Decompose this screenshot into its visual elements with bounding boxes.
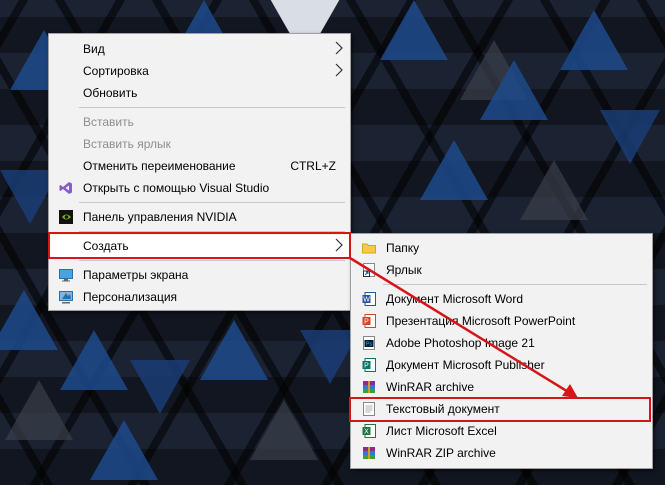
winrar-zip-icon (362, 446, 376, 460)
photoshop-icon: Ps (362, 336, 376, 350)
menu-item-paste[interactable]: Вставить (49, 111, 350, 133)
menu-item-label: Документ Microsoft Word (386, 292, 524, 306)
menu-item-display-settings[interactable]: Параметры экрана (49, 264, 350, 286)
menu-item-shortcut: CTRL+Z (290, 159, 336, 173)
nvidia-icon (59, 210, 73, 224)
menu-item-label: Текстовый документ (386, 402, 500, 416)
menu-item-label: Папку (386, 241, 420, 255)
submenu-item-publisher-document[interactable]: P Документ Microsoft Publisher (351, 354, 652, 376)
folder-icon (362, 241, 376, 255)
svg-text:W: W (363, 297, 370, 304)
svg-text:P: P (364, 319, 369, 326)
menu-item-label: Отменить переименование (83, 159, 236, 173)
menu-item-label: Вид (83, 42, 105, 56)
submenu-item-powerpoint[interactable]: P Презентация Microsoft PowerPoint (351, 310, 652, 332)
menu-item-label: Вставить (83, 115, 134, 129)
wallpaper-facet (560, 10, 628, 70)
chevron-right-icon (335, 63, 343, 80)
menu-separator (383, 284, 647, 285)
menu-separator (79, 107, 345, 108)
chevron-right-icon (335, 238, 343, 255)
wallpaper-facet (380, 0, 448, 60)
display-icon (59, 268, 73, 282)
menu-item-nvidia-control-panel[interactable]: Панель управления NVIDIA (49, 206, 350, 228)
menu-item-label: Ярлык (386, 263, 422, 277)
wallpaper-facet (600, 110, 660, 164)
menu-item-refresh[interactable]: Обновить (49, 82, 350, 104)
visual-studio-icon (59, 181, 73, 195)
submenu-item-shortcut[interactable]: Ярлык (351, 259, 652, 281)
submenu-item-folder[interactable]: Папку (351, 237, 652, 259)
menu-item-label: Параметры экрана (83, 268, 189, 282)
menu-item-paste-shortcut[interactable]: Вставить ярлык (49, 133, 350, 155)
menu-item-open-visual-studio[interactable]: Открыть с помощью Visual Studio (49, 177, 350, 199)
publisher-icon: P (362, 358, 376, 372)
wallpaper-facet (200, 320, 268, 380)
create-submenu: Папку Ярлык W Документ Microsoft Word P … (350, 233, 653, 469)
word-icon: W (362, 292, 376, 306)
submenu-item-excel-sheet[interactable]: X Лист Microsoft Excel (351, 420, 652, 442)
menu-item-create[interactable]: Создать (49, 235, 350, 257)
wallpaper-facet (130, 360, 190, 414)
shortcut-icon (362, 263, 376, 277)
menu-item-label: WinRAR archive (386, 380, 475, 394)
svg-text:X: X (364, 429, 369, 436)
menu-item-label: Персонализация (83, 290, 178, 304)
menu-item-label: WinRAR ZIP archive (386, 446, 496, 460)
menu-item-label: Обновить (83, 86, 138, 100)
wallpaper-facet (420, 140, 488, 200)
winrar-icon (362, 380, 376, 394)
submenu-item-winrar-archive[interactable]: WinRAR archive (351, 376, 652, 398)
submenu-item-text-document[interactable]: Текстовый документ (351, 398, 652, 420)
menu-item-label: Adobe Photoshop Image 21 (386, 336, 535, 350)
chevron-right-icon (335, 41, 343, 58)
wallpaper-facet (60, 330, 128, 390)
menu-item-personalization[interactable]: Персонализация (49, 286, 350, 308)
text-document-icon (362, 402, 376, 416)
menu-item-label: Вставить ярлык (83, 137, 171, 151)
menu-item-sort[interactable]: Сортировка (49, 60, 350, 82)
menu-item-label: Документ Microsoft Publisher (386, 358, 545, 372)
menu-item-label: Открыть с помощью Visual Studio (83, 181, 270, 195)
submenu-item-word-document[interactable]: W Документ Microsoft Word (351, 288, 652, 310)
wallpaper-facet (480, 60, 548, 120)
menu-separator (79, 202, 345, 203)
menu-item-undo-rename[interactable]: Отменить переименование CTRL+Z (49, 155, 350, 177)
menu-item-label: Панель управления NVIDIA (83, 210, 237, 224)
wallpaper-facet (520, 160, 588, 220)
wallpaper-facet (250, 400, 318, 460)
menu-item-label: Лист Microsoft Excel (386, 424, 497, 438)
menu-item-label: Создать (83, 239, 129, 253)
excel-icon: X (362, 424, 376, 438)
powerpoint-icon: P (362, 314, 376, 328)
personalization-icon (59, 290, 73, 304)
menu-item-label: Сортировка (83, 64, 149, 78)
wallpaper-facet (90, 420, 158, 480)
menu-item-label: Презентация Microsoft PowerPoint (386, 314, 576, 328)
submenu-item-photoshop-image[interactable]: Ps Adobe Photoshop Image 21 (351, 332, 652, 354)
menu-separator (79, 231, 345, 232)
svg-text:P: P (364, 363, 369, 370)
menu-separator (79, 260, 345, 261)
svg-text:Ps: Ps (366, 342, 373, 348)
menu-item-view[interactable]: Вид (49, 38, 350, 60)
desktop-context-menu: Вид Сортировка Обновить Вставить Вставит… (48, 33, 351, 311)
submenu-item-winrar-zip-archive[interactable]: WinRAR ZIP archive (351, 442, 652, 464)
